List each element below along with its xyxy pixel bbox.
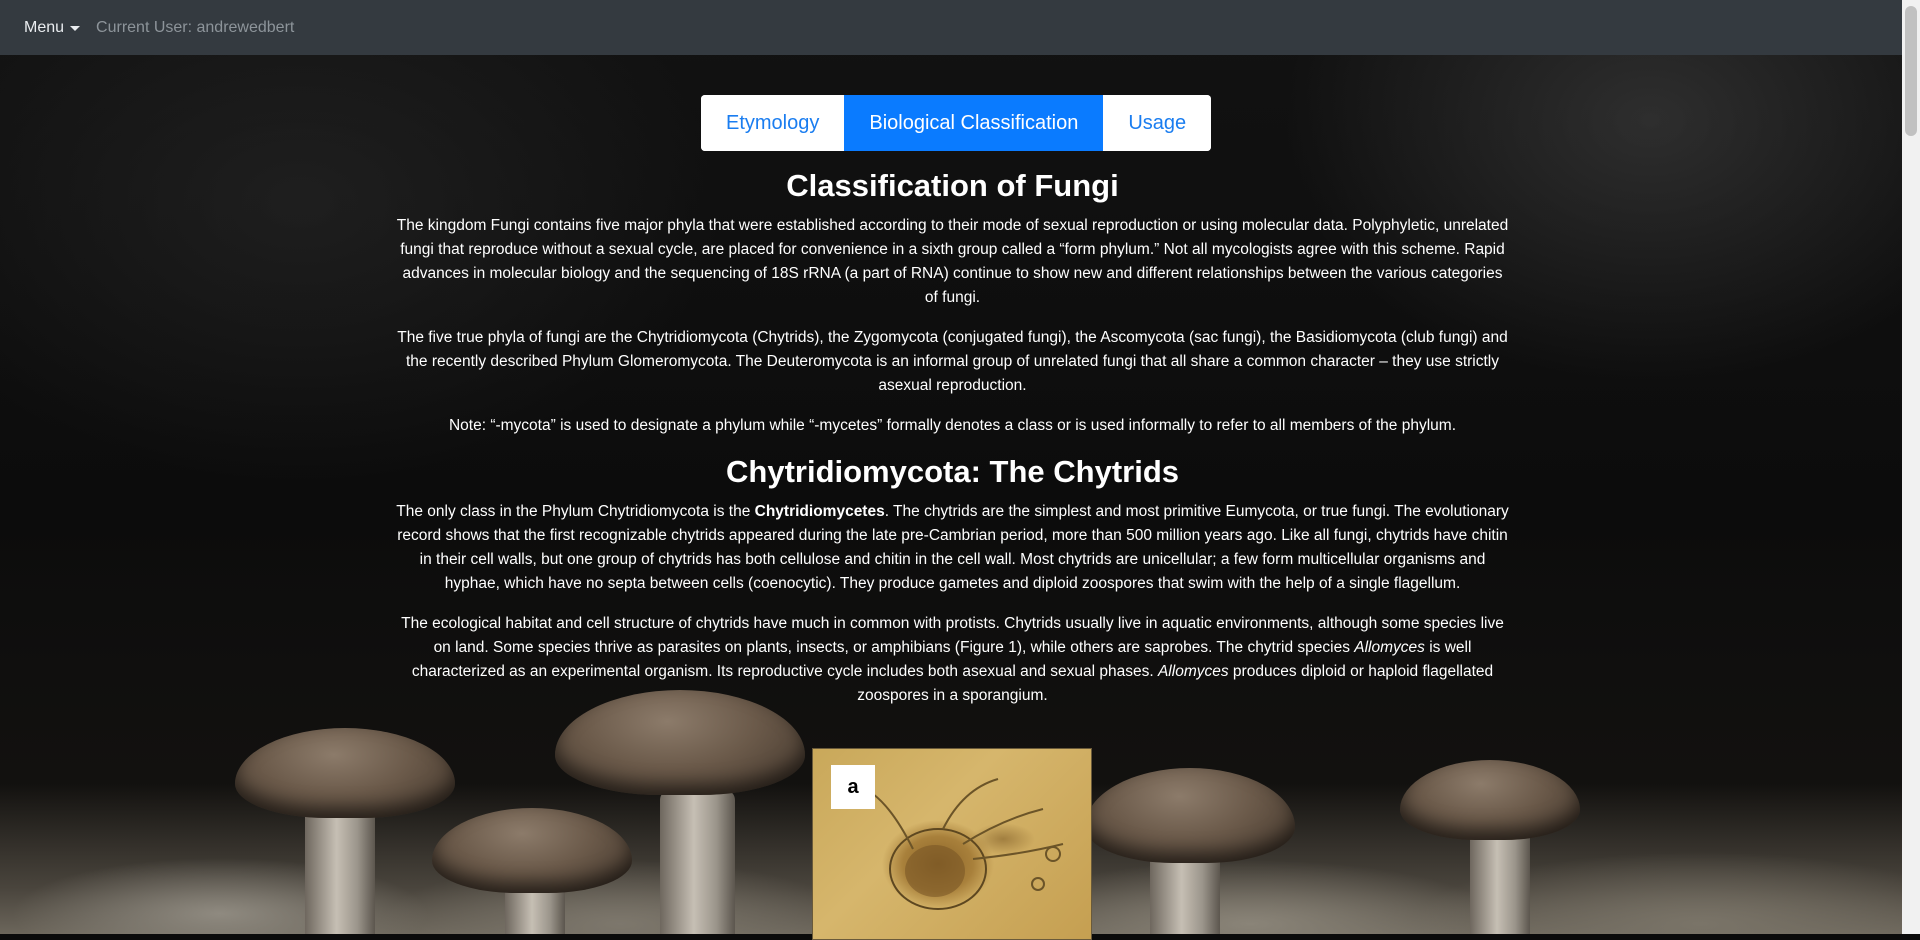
mushroom-cap — [1085, 768, 1295, 863]
main-content: Classification of Fungi The kingdom Fung… — [395, 160, 1510, 724]
italic-term: Allomyces — [1354, 639, 1425, 656]
text-run: The ecological habitat and cell structur… — [401, 615, 1504, 656]
mushroom-cap — [235, 728, 455, 818]
bold-term: Chytridiomycetes — [754, 503, 885, 520]
intro-paragraph: The five true phyla of fungi are the Chy… — [397, 329, 1508, 394]
section-tabs: Etymology Biological Classification Usag… — [701, 95, 1212, 151]
mushroom-stem — [660, 790, 735, 934]
mushroom-cap — [1400, 760, 1580, 840]
current-user-text: Current User: andrewedbert — [96, 18, 295, 36]
figure-image: a — [812, 748, 1092, 940]
italic-term: Allomyces — [1157, 663, 1229, 680]
tab-biological-classification[interactable]: Biological Classification — [844, 95, 1104, 151]
chytrid-paragraph: The only class in the Phylum Chytridiomy… — [395, 500, 1510, 596]
page-title: Classification of Fungi — [786, 168, 1119, 203]
menu-label: Menu — [24, 18, 65, 36]
menu-dropdown-toggle[interactable]: Menu — [24, 18, 81, 37]
top-navbar: Menu Current User: andrewedbert — [0, 0, 1902, 55]
tab-etymology[interactable]: Etymology — [701, 95, 845, 151]
figure-label: a — [831, 765, 875, 809]
vertical-scrollbar[interactable] — [1902, 0, 1920, 934]
tab-usage[interactable]: Usage — [1103, 95, 1212, 151]
caret-down-icon — [70, 26, 81, 31]
scrollbar-thumb[interactable] — [1905, 6, 1917, 136]
note-paragraph: Note: “-mycota” is used to designate a p… — [448, 417, 1457, 434]
text-run: The only class in the Phylum Chytridiomy… — [396, 503, 755, 520]
chytrid-paragraph: The ecological habitat and cell structur… — [395, 612, 1510, 708]
intro-paragraph: The kingdom Fungi contains five major ph… — [396, 217, 1509, 306]
section-title: Chytridiomycota: The Chytrids — [726, 454, 1179, 489]
